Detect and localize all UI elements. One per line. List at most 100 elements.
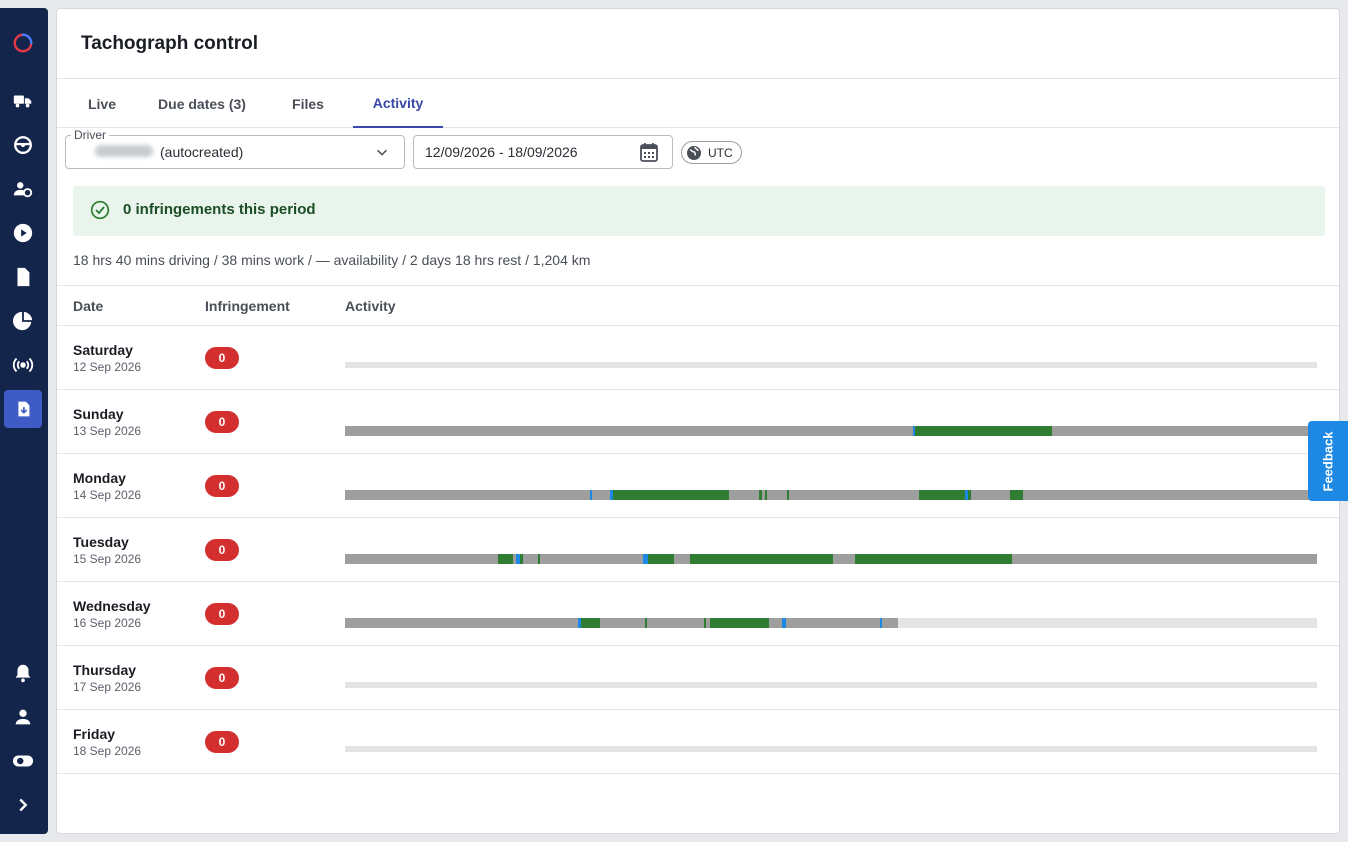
activity-segment-driving bbox=[855, 554, 1012, 564]
activity-segment-rest bbox=[786, 618, 880, 628]
row-day: Saturday bbox=[73, 342, 133, 358]
activity-segment-rest bbox=[345, 490, 590, 500]
activity-segment-rest bbox=[881, 618, 899, 628]
globe-icon bbox=[687, 145, 701, 160]
activity-segment-rest bbox=[522, 554, 539, 564]
broadcast-icon[interactable] bbox=[4, 346, 42, 384]
activity-segment-rest bbox=[789, 490, 920, 500]
activity-segment-rest bbox=[599, 618, 646, 628]
table-header: Date Infringement Activity bbox=[57, 285, 1339, 326]
steering-wheel-icon[interactable] bbox=[4, 126, 42, 164]
expand-chevron-icon[interactable] bbox=[4, 786, 42, 824]
tab-activity[interactable]: Activity bbox=[353, 79, 443, 128]
driver-value: (autocreated) bbox=[160, 144, 244, 160]
timezone-chip[interactable]: UTC bbox=[681, 141, 742, 164]
activity-segment-rest bbox=[832, 554, 856, 564]
activity-segment-rest bbox=[345, 426, 913, 436]
row-date: 12 Sep 2026 bbox=[73, 360, 142, 374]
table-row[interactable]: Friday 18 Sep 2026 0 bbox=[57, 710, 1339, 774]
activity-bar[interactable] bbox=[345, 426, 1317, 436]
infringement-banner: 0 infringements this period bbox=[73, 186, 1325, 236]
activity-segment-rest bbox=[766, 490, 788, 500]
table-row[interactable]: Thursday 17 Sep 2026 0 bbox=[57, 646, 1339, 710]
activity-segment-rest bbox=[768, 618, 783, 628]
vehicles-icon[interactable] bbox=[4, 82, 42, 120]
header-activity: Activity bbox=[345, 298, 396, 314]
timezone-label: UTC bbox=[708, 145, 733, 160]
activity-segment-rest bbox=[1011, 554, 1317, 564]
row-date: 18 Sep 2026 bbox=[73, 744, 142, 758]
activity-segment-driving bbox=[497, 554, 514, 564]
pie-chart-icon[interactable] bbox=[4, 302, 42, 340]
activity-bar[interactable] bbox=[345, 490, 1317, 500]
table-row[interactable]: Sunday 13 Sep 2026 0 bbox=[57, 390, 1339, 454]
activity-segment-driving bbox=[914, 426, 1052, 436]
driver-name-redacted bbox=[95, 145, 153, 157]
table-row[interactable]: Tuesday 15 Sep 2026 0 bbox=[57, 518, 1339, 582]
row-date: 13 Sep 2026 bbox=[73, 424, 142, 438]
activity-segment-driving bbox=[613, 490, 729, 500]
header-infringement: Infringement bbox=[205, 298, 290, 314]
activity-segment-rest bbox=[728, 490, 760, 500]
activity-segment-rest bbox=[345, 618, 579, 628]
activity-segment-rest bbox=[345, 554, 498, 564]
activity-bar[interactable] bbox=[345, 682, 1317, 688]
header-date: Date bbox=[73, 298, 104, 314]
row-day: Friday bbox=[73, 726, 116, 742]
feedback-button[interactable]: Feedback bbox=[1308, 421, 1348, 501]
row-day: Wednesday bbox=[73, 598, 151, 614]
user-icon[interactable] bbox=[4, 698, 42, 736]
activity-segment-driving bbox=[919, 490, 966, 500]
document-icon[interactable] bbox=[4, 258, 42, 296]
activity-segment-rest bbox=[970, 490, 1010, 500]
driver-settings-icon[interactable] bbox=[4, 170, 42, 208]
activity-segment-driving bbox=[1009, 490, 1024, 500]
infringement-count-badge[interactable]: 0 bbox=[205, 475, 239, 497]
date-range-value: 12/09/2026 - 18/09/2026 bbox=[425, 144, 578, 160]
table-row[interactable]: Monday 14 Sep 2026 0 bbox=[57, 454, 1339, 518]
settings-toggle-icon[interactable] bbox=[4, 742, 42, 780]
tachograph-download-icon[interactable] bbox=[4, 390, 42, 428]
table-row[interactable]: Wednesday 16 Sep 2026 0 bbox=[57, 582, 1339, 646]
tab-bar: Live Due dates (3) Files Activity bbox=[57, 78, 1339, 128]
activity-bar[interactable] bbox=[345, 554, 1317, 564]
activity-bar[interactable] bbox=[345, 362, 1317, 368]
table-row[interactable]: Saturday 12 Sep 2026 0 bbox=[57, 326, 1339, 390]
activity-segment-driving bbox=[581, 618, 600, 628]
logo-icon[interactable] bbox=[4, 24, 42, 62]
row-date: 16 Sep 2026 bbox=[73, 616, 142, 630]
infringement-count-badge[interactable]: 0 bbox=[205, 603, 239, 625]
infringement-count-badge[interactable]: 0 bbox=[205, 667, 239, 689]
activity-segment-driving bbox=[648, 554, 674, 564]
infringement-count-badge[interactable]: 0 bbox=[205, 411, 239, 433]
tab-due-dates[interactable]: Due dates (3) bbox=[152, 79, 252, 128]
activity-summary: 18 hrs 40 mins driving / 38 mins work / … bbox=[73, 252, 591, 268]
check-circle-icon bbox=[90, 200, 110, 220]
infringement-count-badge[interactable]: 0 bbox=[205, 539, 239, 561]
row-date: 14 Sep 2026 bbox=[73, 488, 142, 502]
row-date: 15 Sep 2026 bbox=[73, 552, 142, 566]
tab-live[interactable]: Live bbox=[77, 79, 127, 128]
row-day: Sunday bbox=[73, 406, 124, 422]
tab-files[interactable]: Files bbox=[279, 79, 337, 128]
row-day: Tuesday bbox=[73, 534, 129, 550]
play-icon[interactable] bbox=[4, 214, 42, 252]
activity-segment-rest bbox=[591, 490, 611, 500]
sidebar bbox=[0, 8, 48, 834]
activity-segment-rest bbox=[1023, 490, 1317, 500]
bell-icon[interactable] bbox=[4, 654, 42, 692]
row-day: Monday bbox=[73, 470, 126, 486]
row-date: 17 Sep 2026 bbox=[73, 680, 142, 694]
infringement-count-badge[interactable]: 0 bbox=[205, 731, 239, 753]
activity-segment-rest bbox=[1051, 426, 1317, 436]
chevron-down-icon[interactable] bbox=[375, 145, 389, 159]
banner-text: 0 infringements this period bbox=[123, 201, 316, 218]
activity-bar[interactable] bbox=[345, 618, 1317, 628]
activity-bar[interactable] bbox=[345, 746, 1317, 752]
feedback-label: Feedback bbox=[1320, 431, 1336, 491]
activity-segment-rest bbox=[647, 618, 704, 628]
infringement-count-badge[interactable]: 0 bbox=[205, 347, 239, 369]
calendar-icon[interactable] bbox=[639, 141, 659, 163]
page-title: Tachograph control bbox=[81, 33, 258, 54]
row-day: Thursday bbox=[73, 662, 137, 678]
